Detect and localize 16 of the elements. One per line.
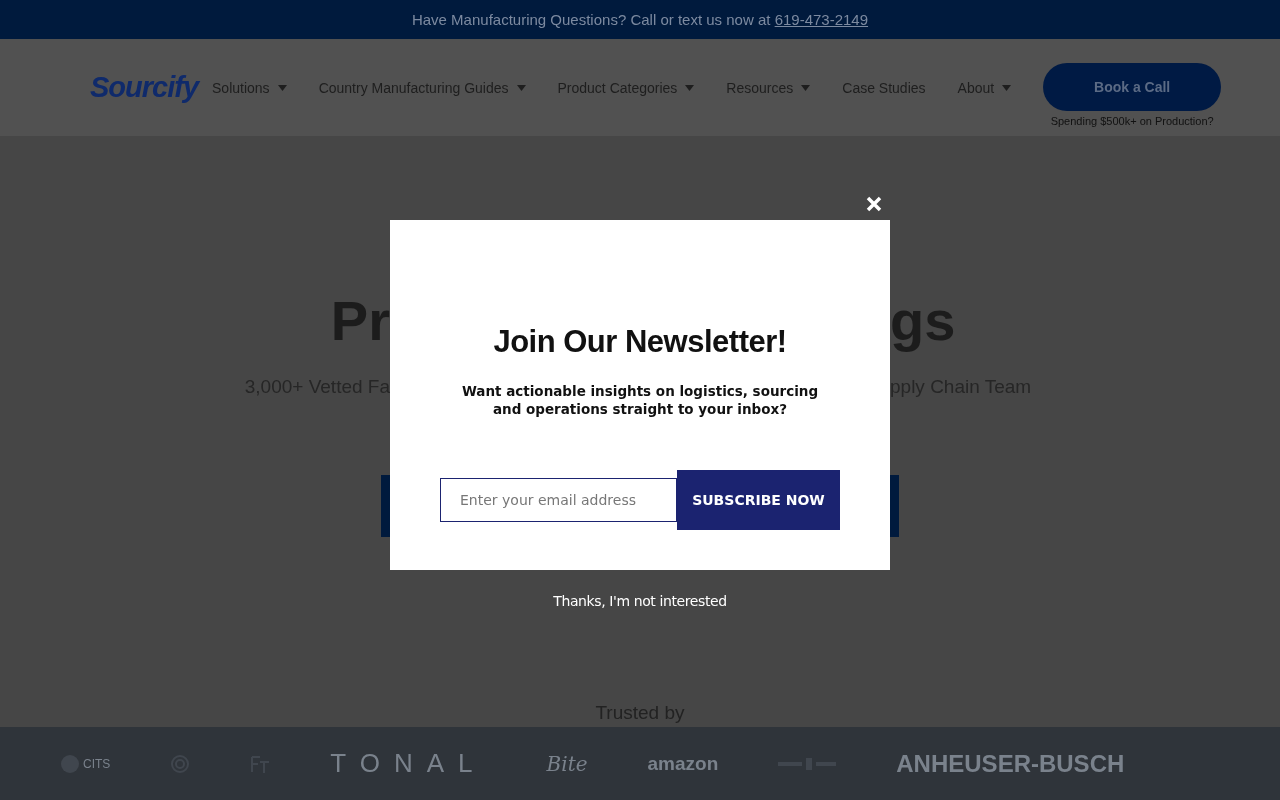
logo[interactable]: Sourcify	[90, 71, 199, 104]
email-field[interactable]: Enter your email address	[440, 478, 677, 522]
close-icon[interactable]	[864, 194, 884, 214]
announcement-text: Have Manufacturing Questions? Call or text us now at 619-473-2149	[411, 11, 869, 28]
client-logo: Bite	[546, 751, 588, 776]
client-logo: TONAL	[330, 748, 487, 779]
phone-link[interactable]: 619-473-2149	[774, 11, 869, 28]
dismiss-link[interactable]: Thanks, I'm not interested	[553, 593, 727, 609]
subscribe-button[interactable]: SUBSCRIBE NOW	[677, 470, 840, 530]
popup-title: Join Our Newsletter!	[493, 324, 787, 360]
book-call-button[interactable]: Book a Call	[1043, 62, 1222, 111]
client-logo: ANHEUSER-BUSCH	[896, 749, 1125, 778]
client-logo: amazon	[647, 752, 719, 775]
popup-text: Want actionable insights on logistics, sourcing and operations straight to your inbox?	[460, 382, 820, 418]
cta-caption: Spending $500k+ on Production?	[1050, 114, 1214, 127]
client-logo: CITS	[60, 753, 111, 774]
